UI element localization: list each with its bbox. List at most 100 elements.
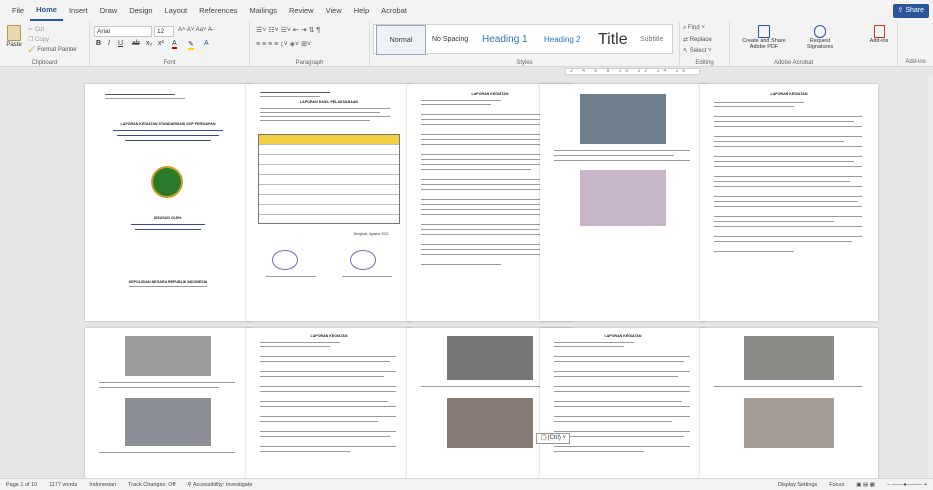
addins-label: Add-ins bbox=[905, 59, 926, 65]
menu-draw[interactable]: Draw bbox=[94, 0, 124, 22]
italic-button[interactable]: I bbox=[108, 40, 110, 47]
copy-button[interactable]: ❐ Copy bbox=[28, 36, 49, 43]
format-painter-button[interactable]: 🖌 Format Painter bbox=[28, 46, 77, 53]
word-count[interactable]: 1177 words bbox=[43, 482, 83, 488]
text-effects-button[interactable]: A bbox=[204, 40, 209, 47]
page-9-line bbox=[554, 421, 672, 423]
page-2-footer: Bengkulu, Agustus 2023 bbox=[354, 232, 389, 236]
superscript-button[interactable]: x² bbox=[158, 40, 164, 47]
page-1-line bbox=[113, 130, 223, 132]
select-button[interactable]: ↖ Select ˅ bbox=[683, 47, 712, 54]
page-4-line bbox=[554, 160, 690, 162]
find-button[interactable]: ⌕ Find ˅ bbox=[683, 25, 705, 32]
page-count[interactable]: Page 1 of 10 bbox=[0, 482, 43, 488]
page-2-title: LAPORAN HASIL PELAKSANAAN bbox=[299, 100, 359, 104]
cut-button[interactable]: ✂ Cut bbox=[28, 26, 44, 33]
paste-button[interactable]: Paste bbox=[5, 25, 23, 48]
page-5-line bbox=[714, 166, 862, 168]
menu-acrobat[interactable]: Acrobat bbox=[375, 0, 413, 22]
style-no-spacing[interactable]: No Spacing bbox=[432, 25, 468, 55]
copy-icon: ❐ bbox=[28, 37, 36, 43]
page-4[interactable] bbox=[540, 84, 706, 321]
menu-design[interactable]: Design bbox=[123, 0, 158, 22]
request-signatures-button[interactable]: Request Signatures bbox=[800, 25, 840, 50]
page-1-line bbox=[131, 224, 205, 226]
page-5-line bbox=[714, 251, 794, 253]
page-5-line bbox=[714, 161, 854, 163]
list-buttons[interactable]: ☰˅ ☷˅ ☱˅ ⇤ ⇥ ⇅ ¶ bbox=[256, 26, 320, 34]
display-settings[interactable]: Display Settings bbox=[772, 482, 823, 488]
status-bar: Page 1 of 10 1177 words Indonesian Track… bbox=[0, 478, 933, 490]
style-gallery: Normal No Spacing Heading 1 Heading 2 Ti… bbox=[373, 24, 673, 55]
page-7[interactable]: LAPORAN KEGIATAN bbox=[246, 328, 412, 478]
menu-file[interactable]: File bbox=[6, 0, 30, 22]
page-4-line bbox=[554, 155, 674, 157]
menu-home[interactable]: Home bbox=[30, 1, 63, 21]
font-size-select[interactable]: 12 bbox=[154, 26, 174, 37]
page-6[interactable] bbox=[85, 328, 251, 478]
page-2[interactable]: LAPORAN HASIL PELAKSANAAN Bengkulu, Agus… bbox=[246, 84, 412, 321]
style-normal[interactable]: Normal bbox=[376, 25, 426, 55]
paste-options-button[interactable]: 📋(Ctrl) ˅ bbox=[536, 433, 570, 444]
page-7-line bbox=[260, 342, 340, 344]
menu-references[interactable]: References bbox=[193, 0, 243, 22]
menu-insert[interactable]: Insert bbox=[63, 0, 94, 22]
page-3-line bbox=[421, 144, 557, 146]
style-subtitle[interactable]: Subtitle bbox=[640, 25, 663, 55]
align-buttons[interactable]: ≡ ≡ ≡ ≡ ↕˅ ◈˅ ⊞˅ bbox=[256, 40, 311, 48]
copy-label: Copy bbox=[35, 37, 50, 43]
style-title[interactable]: Title bbox=[598, 25, 628, 55]
track-changes[interactable]: Track Changes: Off bbox=[122, 482, 181, 488]
page-1-line bbox=[117, 135, 219, 137]
page-5-line bbox=[714, 226, 862, 228]
create-pdf-button[interactable]: Create and Share Adobe PDF bbox=[734, 25, 794, 50]
vertical-scrollbar[interactable] bbox=[928, 76, 933, 478]
page-5-line bbox=[714, 106, 794, 108]
page-7-line bbox=[260, 436, 390, 438]
bold-button[interactable]: B bbox=[96, 40, 101, 47]
page-3-line bbox=[421, 100, 501, 102]
adobe-label: Adobe Acrobat bbox=[773, 60, 814, 66]
page-1[interactable]: LAPORAN KEGIATAN STANDARISASI SOP PERSIA… bbox=[85, 84, 251, 321]
page-5-line bbox=[714, 181, 850, 183]
page-5-title: LAPORAN KEGIATAN bbox=[770, 92, 808, 96]
document-area[interactable]: LAPORAN KEGIATAN STANDARISASI SOP PERSIA… bbox=[0, 76, 933, 478]
page-5[interactable]: LAPORAN KEGIATAN bbox=[700, 84, 878, 321]
strikethrough-button[interactable]: ab bbox=[132, 40, 140, 47]
replace-button[interactable]: ⇄ Replace bbox=[683, 36, 712, 43]
highlight-button[interactable]: ✎ bbox=[188, 40, 194, 50]
subscript-button[interactable]: x₂ bbox=[146, 40, 152, 47]
menu-help[interactable]: Help bbox=[348, 0, 375, 22]
style-heading-2[interactable]: Heading 2 bbox=[544, 25, 580, 55]
accessibility-status[interactable]: ⚲ Accessibility: Investigate bbox=[182, 482, 259, 488]
page-6-line bbox=[99, 452, 235, 454]
language[interactable]: Indonesian bbox=[83, 482, 122, 488]
addins-button[interactable]: Add-ins bbox=[865, 25, 893, 44]
addins-button-label: Add-ins bbox=[869, 38, 889, 44]
signature-stamp-icon bbox=[272, 250, 298, 270]
page-3-line bbox=[421, 104, 491, 106]
page-10[interactable] bbox=[700, 328, 878, 478]
view-buttons[interactable]: ▣ ▤ ▦ bbox=[850, 482, 881, 488]
select-label: Select bbox=[689, 48, 707, 54]
find-label: Find bbox=[688, 25, 700, 31]
ruler: 2 4 6 8 10 12 14 16 bbox=[0, 67, 933, 76]
font-family-select[interactable]: Arial bbox=[94, 26, 152, 37]
page-5-line bbox=[714, 176, 862, 178]
menu-mailings[interactable]: Mailings bbox=[243, 0, 283, 22]
page-9-line bbox=[554, 446, 690, 448]
underline-button[interactable]: U bbox=[118, 40, 123, 47]
menu-review[interactable]: Review bbox=[283, 0, 320, 22]
menu-layout[interactable]: Layout bbox=[159, 0, 194, 22]
style-heading-1[interactable]: Heading 1 bbox=[482, 25, 528, 55]
horizontal-ruler[interactable]: 2 4 6 8 10 12 14 16 bbox=[565, 68, 700, 75]
page-7-line bbox=[260, 361, 390, 363]
zoom-slider[interactable]: − ───●──── + bbox=[881, 482, 933, 488]
font-size-buttons[interactable]: A˄ A˅ Aa˅ A̶ bbox=[178, 27, 212, 33]
share-button[interactable]: ⇪ Share bbox=[892, 4, 929, 18]
menu-view[interactable]: View bbox=[320, 0, 348, 22]
page-9[interactable]: LAPORAN KEGIATAN bbox=[540, 328, 706, 478]
focus-mode[interactable]: Focus bbox=[823, 482, 850, 488]
font-color-button[interactable]: A bbox=[172, 40, 177, 49]
page-9-line bbox=[554, 431, 690, 433]
